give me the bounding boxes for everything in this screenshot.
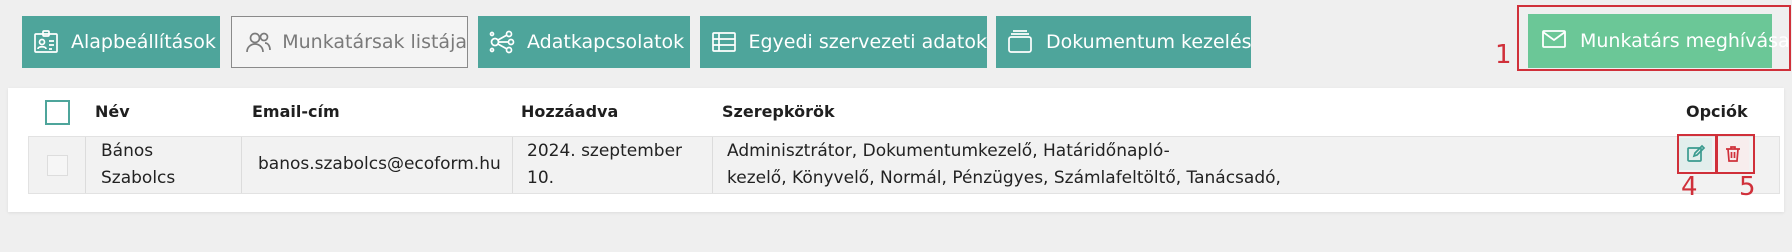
table-icon bbox=[709, 27, 738, 57]
invite-colleague-button[interactable]: Munkatárs meghívása bbox=[1528, 14, 1790, 68]
tab-egyedi-szervezeti-adatok[interactable]: Egyedi szervezeti adatok bbox=[700, 16, 987, 68]
roles-line: Adminisztrátor, Dokumentumkezelő, Határi… bbox=[727, 141, 1170, 161]
date-line: 10. bbox=[527, 168, 555, 188]
tab-label: Adatkapcsolatok bbox=[527, 31, 685, 53]
column-header-options: Opciók bbox=[1686, 102, 1748, 121]
invite-button-label: Munkatárs meghívása bbox=[1580, 30, 1790, 52]
roles-line: kezelő, Könyvelő, Normál, Pénzügyes, Szá… bbox=[727, 168, 1281, 188]
tab-adatkapcsolatok[interactable]: Adatkapcsolatok bbox=[478, 16, 690, 68]
annotation-box-edit bbox=[1677, 134, 1717, 174]
name-line: Bános bbox=[101, 141, 154, 161]
cell-added: 2024. szeptember 10. bbox=[527, 138, 682, 192]
page: Alapbeállítások Munkatársak listája Adat… bbox=[0, 0, 1792, 252]
documents-icon bbox=[1006, 27, 1034, 57]
column-divider bbox=[241, 137, 242, 193]
row-checkbox[interactable] bbox=[47, 155, 68, 176]
annotation-box-delete bbox=[1716, 134, 1755, 174]
mail-icon bbox=[1540, 25, 1568, 58]
tab-label: Alapbeállítások bbox=[71, 31, 216, 53]
users-icon bbox=[244, 27, 272, 57]
annotation-number: 1 bbox=[1495, 40, 1512, 70]
id-card-icon bbox=[31, 27, 61, 57]
column-header-name: Név bbox=[95, 102, 130, 121]
table-row: Bános Szabolcs banos.szabolcs@ecoform.hu… bbox=[28, 136, 1780, 194]
annotation-number: 5 bbox=[1739, 172, 1756, 202]
cell-roles: Adminisztrátor, Dokumentumkezelő, Határi… bbox=[727, 138, 1281, 192]
tab-label: Munkatársak listája bbox=[282, 31, 467, 53]
colleagues-table: Név Email-cím Hozzáadva Szerepkörök Opci… bbox=[8, 88, 1784, 212]
column-header-roles: Szerepkörök bbox=[722, 102, 835, 121]
cell-name: Bános Szabolcs bbox=[101, 138, 175, 192]
column-divider bbox=[85, 137, 86, 193]
name-line: Szabolcs bbox=[101, 168, 176, 188]
network-icon bbox=[487, 27, 517, 57]
tab-dokumentum-kezeles[interactable]: Dokumentum kezelés bbox=[996, 16, 1252, 68]
column-divider bbox=[712, 137, 713, 193]
cell-email: banos.szabolcs@ecoform.hu bbox=[258, 154, 501, 174]
tab-munkatarsak-listaja[interactable]: Munkatársak listája bbox=[231, 16, 468, 68]
tab-alapbeallitasok[interactable]: Alapbeállítások bbox=[22, 16, 220, 68]
select-all-checkbox[interactable] bbox=[45, 100, 70, 125]
date-line: 2024. szeptember bbox=[527, 141, 683, 161]
column-header-email: Email-cím bbox=[252, 102, 340, 121]
tab-label: Egyedi szervezeti adatok bbox=[748, 31, 987, 53]
tab-label: Dokumentum kezelés bbox=[1046, 31, 1252, 53]
column-header-added: Hozzáadva bbox=[521, 102, 619, 121]
annotation-number: 4 bbox=[1681, 172, 1698, 202]
column-divider bbox=[512, 137, 513, 193]
